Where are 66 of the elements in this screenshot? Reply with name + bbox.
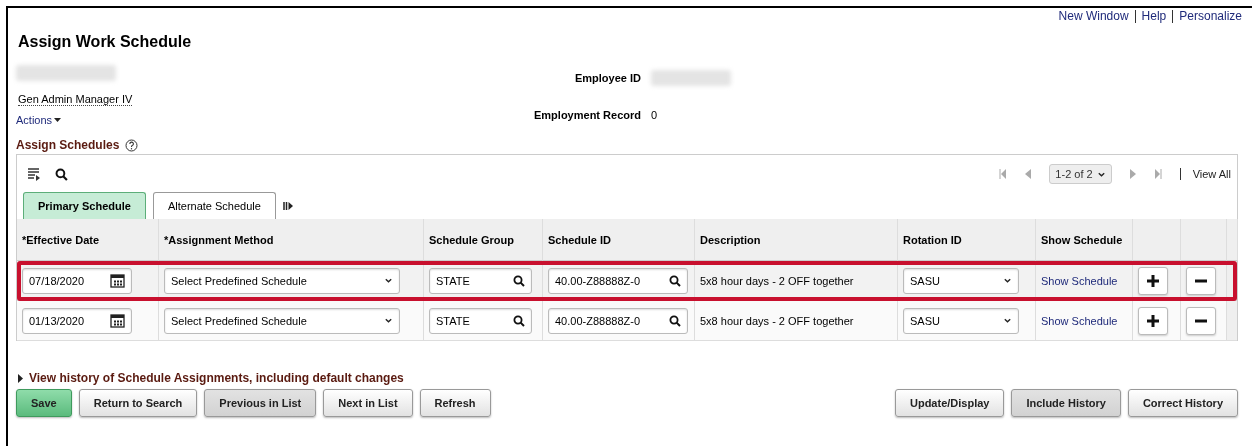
description-text: 5x8 hour days - 2 OFF together (700, 274, 854, 287)
show-schedule-link[interactable]: Show Schedule (1041, 274, 1118, 287)
description-text: 5x8 hour days - 2 OFF together (700, 314, 854, 327)
header-link[interactable]: New Window (1052, 10, 1135, 23)
rotation-id-dropdown[interactable]: SASU (903, 267, 1019, 294)
action-button[interactable]: Refresh (419, 389, 491, 417)
schedule-group-field[interactable]: STATE (429, 267, 532, 294)
tab[interactable]: Primary Schedule (23, 192, 146, 219)
page-title: Assign Work Schedule (18, 33, 193, 51)
assignment-method-dropdown[interactable]: Select Predefined Schedule (164, 307, 400, 334)
tab[interactable]: Alternate Schedule (152, 192, 276, 219)
schedule-id-field[interactable]: 40.00-Z88888Z-0 (548, 267, 688, 294)
chevron-down-icon (384, 276, 393, 285)
assignment-method-dropdown[interactable]: Select Predefined Schedule (164, 267, 400, 294)
field-value: 0 (650, 109, 659, 122)
field-label: Employment Record (534, 109, 641, 122)
delete-row-button[interactable] (1186, 306, 1216, 335)
calendar-icon[interactable] (110, 273, 125, 288)
action-button[interactable]: Next in List (323, 389, 413, 417)
actions-menu[interactable]: Actions (16, 114, 62, 126)
help-icon[interactable] (125, 138, 139, 152)
date-field[interactable]: 01/13/2020 (22, 307, 132, 334)
search-icon[interactable] (55, 167, 68, 181)
lookup-icon[interactable] (513, 274, 525, 287)
rotation-id-dropdown[interactable]: SASU (903, 307, 1019, 334)
lookup-icon[interactable] (669, 274, 681, 287)
minus-icon (1194, 318, 1208, 323)
action-button[interactable]: Correct History (1127, 389, 1238, 417)
chevron-down-icon (384, 316, 393, 325)
field-label: Employee ID (573, 71, 641, 84)
chevron-down-icon (1003, 276, 1012, 285)
grid-settings-icon[interactable] (27, 167, 41, 181)
column-header: Description (700, 233, 761, 246)
schedule-id-field[interactable]: 40.00-Z88888Z-0 (548, 307, 688, 334)
page-range-dropdown[interactable]: 1-2 of 2 (1049, 164, 1112, 184)
calendar-icon[interactable] (110, 313, 125, 328)
header-link[interactable]: Personalize (1172, 10, 1248, 23)
section-title: Assign Schedules (16, 138, 120, 152)
plus-icon (1146, 313, 1160, 328)
save-button[interactable]: Save (16, 389, 72, 417)
column-header: Show Schedule (1041, 233, 1123, 246)
schedule-group-field[interactable]: STATE (429, 307, 532, 334)
delete-row-button[interactable] (1186, 266, 1216, 295)
chevron-down-icon (1003, 316, 1012, 325)
history-link[interactable]: View history of Schedule Assignments, including default changes (29, 371, 404, 385)
show-schedule-link[interactable]: Show Schedule (1041, 314, 1118, 327)
lookup-icon[interactable] (669, 314, 681, 327)
plus-icon (1146, 273, 1160, 288)
lookup-icon[interactable] (513, 314, 525, 327)
column-header: Schedule Group (429, 233, 514, 246)
show-all-columns-icon[interactable] (282, 201, 293, 211)
add-row-button[interactable] (1138, 306, 1168, 335)
column-header: Schedule ID (548, 233, 611, 246)
action-button[interactable]: Update/Display (895, 389, 1005, 417)
column-header: *Assignment Method (164, 233, 274, 246)
minus-icon (1194, 278, 1208, 283)
caret-icon (54, 118, 62, 122)
date-field[interactable]: 07/18/2020 (22, 267, 132, 294)
expand-arrow-icon[interactable] (18, 373, 23, 383)
add-row-button[interactable] (1138, 266, 1168, 295)
job-title: Gen Admin Manager IV (18, 93, 133, 106)
column-header: *Effective Date (22, 233, 100, 246)
action-button[interactable]: Return to Search (78, 389, 198, 417)
header-link[interactable]: Help (1134, 10, 1173, 23)
column-header: Rotation ID (903, 233, 962, 246)
view-all-link[interactable]: View All (1179, 168, 1231, 180)
